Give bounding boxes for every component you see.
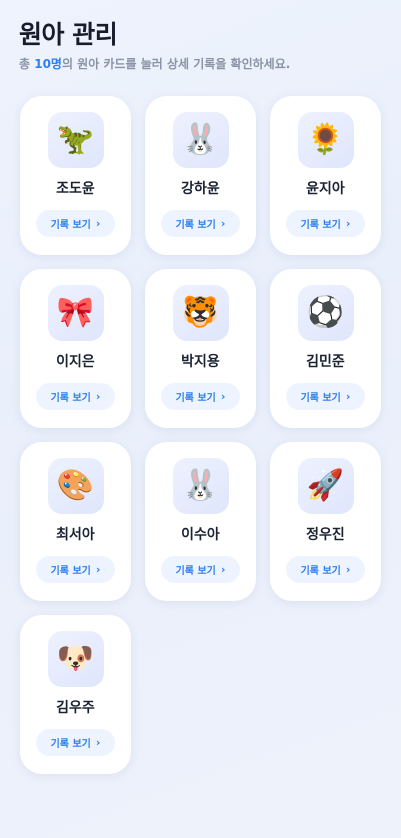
child-name: 조도윤 [56, 181, 95, 197]
view-record-label: 기록 보기 [175, 393, 216, 404]
view-record-button[interactable]: 기록 보기 › [36, 383, 115, 410]
child-avatar: 🦖 [47, 112, 104, 168]
child-name: 윤지아 [306, 181, 345, 197]
ribbon-icon: 🎀 [56, 295, 95, 330]
chevron-right-icon: › [95, 390, 101, 403]
view-record-button[interactable]: 기록 보기 › [161, 210, 240, 237]
view-record-button[interactable]: 기록 보기 › [36, 556, 115, 583]
child-card[interactable]: 🐯 박지용기록 보기 › [145, 269, 256, 428]
chevron-right-icon: › [345, 563, 351, 576]
child-avatar: 🎨 [47, 458, 104, 514]
view-record-button[interactable]: 기록 보기 › [161, 556, 240, 583]
view-record-button[interactable]: 기록 보기 › [286, 556, 365, 583]
chevron-right-icon: › [220, 390, 226, 403]
view-record-button[interactable]: 기록 보기 › [36, 210, 115, 237]
child-name: 이수아 [181, 527, 220, 543]
child-name: 강하윤 [181, 181, 220, 197]
child-avatar: 🐰 [172, 458, 229, 514]
view-record-button[interactable]: 기록 보기 › [161, 383, 240, 410]
child-avatar: 🎀 [47, 285, 104, 341]
child-card[interactable]: 🌻 윤지아기록 보기 › [270, 96, 381, 255]
chevron-right-icon: › [220, 563, 226, 576]
child-card[interactable]: 🐶 김우주기록 보기 › [20, 615, 131, 774]
chevron-right-icon: › [95, 217, 101, 230]
palette-icon: 🎨 [56, 468, 95, 503]
view-record-label: 기록 보기 [50, 220, 91, 231]
child-avatar: 🌻 [297, 112, 354, 168]
dinosaur-icon: 🦖 [56, 122, 95, 157]
view-record-label: 기록 보기 [300, 566, 341, 577]
view-record-label: 기록 보기 [300, 393, 341, 404]
view-record-button[interactable]: 기록 보기 › [36, 729, 115, 756]
sunflower-icon: 🌻 [306, 122, 345, 157]
child-name: 김우주 [56, 700, 95, 716]
child-card[interactable]: 🐰 이수아기록 보기 › [145, 442, 256, 601]
rabbit-icon: 🐰 [181, 468, 220, 503]
child-card[interactable]: 🚀 정우진기록 보기 › [270, 442, 381, 601]
rocket-icon: 🚀 [306, 468, 345, 503]
view-record-label: 기록 보기 [50, 566, 91, 577]
child-avatar: 🐰 [172, 112, 229, 168]
view-record-label: 기록 보기 [300, 220, 341, 231]
subtitle-suffix: 의 원아 카드를 눌러 상세 기록을 확인하세요. [61, 57, 291, 71]
child-card[interactable]: 🎀 이지은기록 보기 › [20, 269, 131, 428]
subtitle-prefix: 총 [19, 57, 35, 71]
chevron-right-icon: › [95, 736, 101, 749]
child-name: 김민준 [306, 354, 345, 370]
chevron-right-icon: › [95, 563, 101, 576]
child-name: 박지용 [181, 354, 220, 370]
page-title: 원아 관리 [19, 20, 118, 49]
view-record-button[interactable]: 기록 보기 › [286, 383, 365, 410]
chevron-right-icon: › [345, 390, 351, 403]
view-record-button[interactable]: 기록 보기 › [286, 210, 365, 237]
child-card-grid: 🦖 조도윤 기록 보기 › 🐰 강하윤 기록 보기 › 🌻 윤지아 기록 보기 › 🎀 이지은 기록 보기 ›… [20, 96, 383, 774]
tiger-icon: 🐯 [181, 295, 220, 330]
child-card[interactable]: ⚽ 김민준기록 보기 › [270, 269, 381, 428]
view-record-label: 기록 보기 [175, 220, 216, 231]
dog-icon: 🐶 [56, 641, 95, 676]
chevron-right-icon: › [220, 217, 226, 230]
child-avatar: 🚀 [297, 458, 354, 514]
child-count: 10명 [34, 57, 62, 71]
page-subtitle: 총 10명의 원아 카드를 눌러 상세 기록을 확인하세요. [19, 56, 389, 72]
child-name: 이지은 [56, 354, 95, 370]
view-record-label: 기록 보기 [50, 739, 91, 750]
child-avatar: 🐯 [172, 285, 229, 341]
soccer-ball-icon: ⚽ [306, 295, 345, 330]
chevron-right-icon: › [345, 217, 351, 230]
child-card[interactable]: 🐰 강하윤기록 보기 › [145, 96, 256, 255]
child-name: 최서아 [56, 527, 95, 543]
child-avatar: 🐶 [47, 631, 104, 687]
child-card[interactable]: 🎨 최서아기록 보기 › [20, 442, 131, 601]
child-name: 정우진 [306, 527, 345, 543]
child-card[interactable]: 🦖 조도윤기록 보기 › [20, 96, 131, 255]
view-record-label: 기록 보기 [175, 566, 216, 577]
page-header: 원아 관리 총 10명의 원아 카드를 눌러 상세 기록을 확인하세요. [19, 18, 389, 72]
rabbit-icon: 🐰 [181, 122, 220, 157]
child-avatar: ⚽ [297, 285, 354, 341]
view-record-label: 기록 보기 [50, 393, 91, 404]
